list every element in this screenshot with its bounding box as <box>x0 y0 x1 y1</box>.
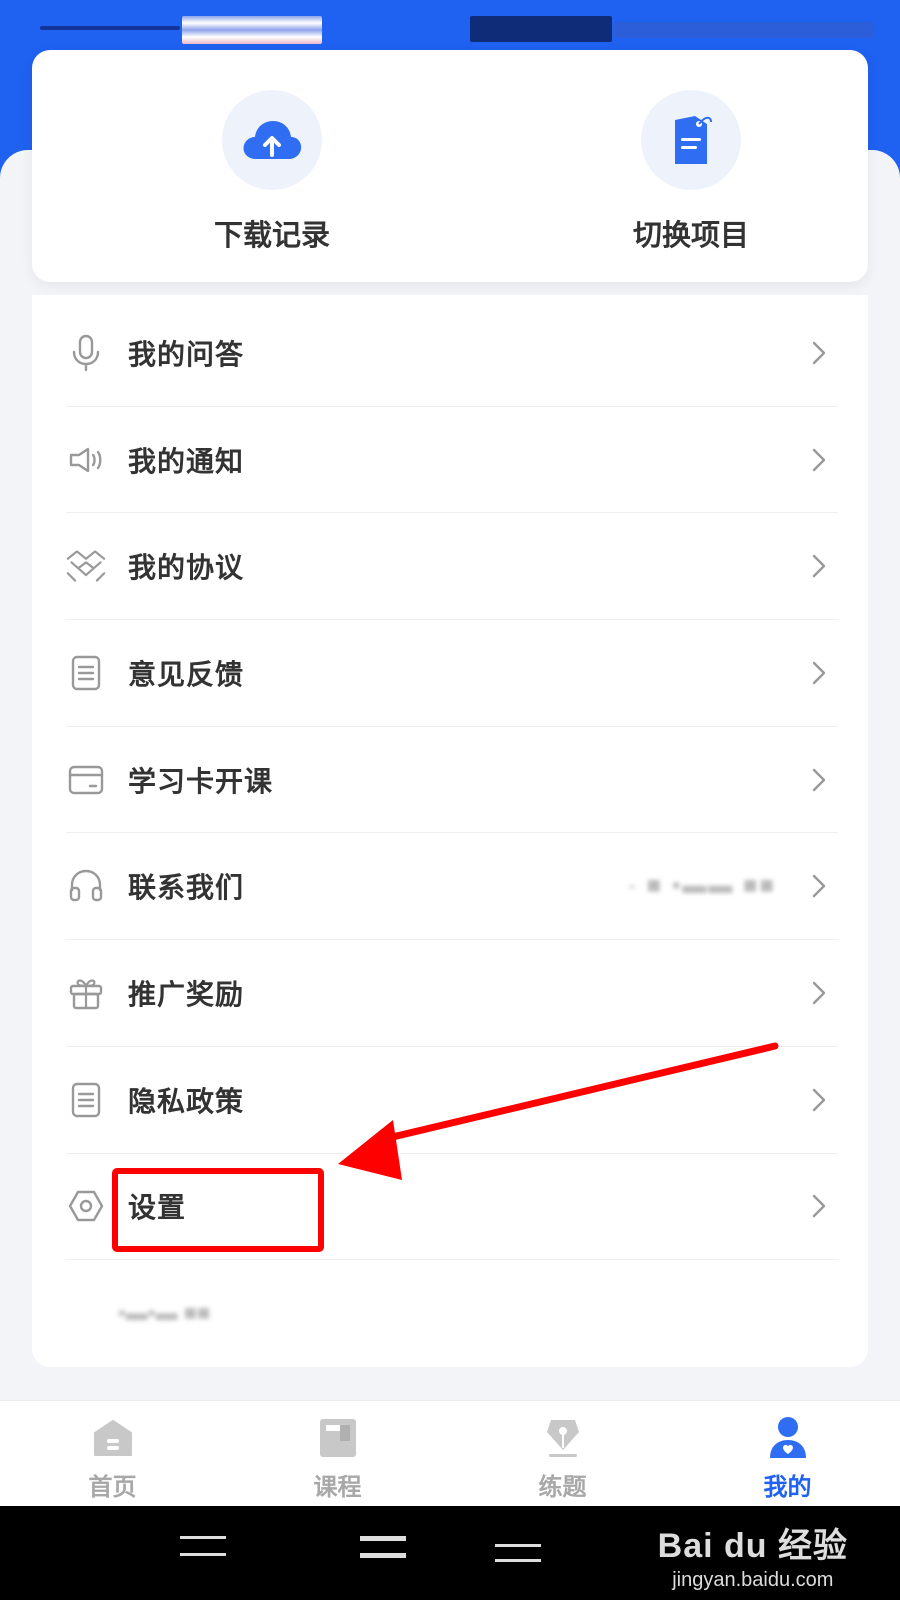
back-nav-button[interactable] <box>495 1536 541 1576</box>
download-records-label: 下载记录 <box>213 220 330 252</box>
tab-label: 练题 <box>538 1474 587 1501</box>
chevron-right-icon <box>808 341 830 365</box>
chevron-right-icon <box>808 1195 830 1218</box>
menu-item-my-qa[interactable]: 我的问答 <box>66 300 838 407</box>
menu-list: 我的问答 我的通知 我的协议 意见反馈 学习卡开课 联系我们 - ■ ▪▬▬ ■… <box>66 300 838 1261</box>
menu-item-my-notifications[interactable]: 我的通知 <box>66 407 838 514</box>
gift-icon <box>66 973 106 1013</box>
menu-nav-button[interactable] <box>180 1536 226 1576</box>
cloud-upload-icon <box>222 90 322 190</box>
chevron-right-icon <box>808 875 830 898</box>
chevron-right-icon <box>808 555 830 578</box>
chevron-right-icon <box>808 448 830 471</box>
switch-project-button[interactable]: 切换项目 <box>591 90 791 254</box>
tab-label: 我的 <box>763 1474 812 1501</box>
tab-mine[interactable]: 我的 <box>675 1401 900 1506</box>
menu-item-label: 隐私政策 <box>128 1085 245 1117</box>
tab-label: 首页 <box>88 1474 137 1501</box>
menu-item-label: 学习卡开课 <box>128 765 274 797</box>
tab-courses[interactable]: 课程 <box>225 1401 450 1506</box>
watermark-url: jingyan.baidu.com <box>672 1569 834 1591</box>
download-records-button[interactable]: 下载记录 <box>172 90 372 254</box>
document-icon <box>66 653 106 693</box>
card-icon <box>66 760 106 800</box>
chevron-right-icon <box>808 1088 830 1111</box>
menu-item-my-agreements[interactable]: 我的协议 <box>66 513 838 621</box>
status-blur <box>40 26 180 30</box>
menu-item-label: 推广奖励 <box>128 978 245 1010</box>
microphone-icon <box>66 333 106 373</box>
bottom-tab-bar: 首页 课程 练题 我的 <box>0 1400 900 1506</box>
chevron-right-icon <box>808 981 830 1005</box>
handshake-icon <box>66 546 106 586</box>
highlight-box <box>112 1168 324 1252</box>
menu-item-label: 我的协议 <box>128 552 245 584</box>
menu-item-feedback[interactable]: 意见反馈 <box>66 620 838 727</box>
menu-item-label: 联系我们 <box>128 872 245 904</box>
status-blur <box>614 22 874 38</box>
course-book-icon <box>315 1415 361 1461</box>
menu-item-contact-us[interactable]: 联系我们 - ■ ▪▬▬ ■■ <box>66 833 838 941</box>
home-icon <box>90 1415 136 1461</box>
switch-project-label: 切换项目 <box>632 220 749 252</box>
user-icon <box>765 1415 811 1461</box>
tab-home[interactable]: 首页 <box>0 1401 225 1506</box>
menu-item-label: 我的问答 <box>128 338 245 370</box>
contact-phone-value: - ■ ▪▬▬ ■■ <box>628 872 776 900</box>
pen-nib-icon <box>540 1415 586 1461</box>
tab-label: 课程 <box>313 1474 362 1501</box>
status-blur <box>182 16 322 44</box>
menu-item-privacy-policy[interactable]: 隐私政策 <box>66 1047 838 1154</box>
chevron-right-icon <box>808 768 830 791</box>
home-nav-button[interactable] <box>360 1536 406 1576</box>
document-icon <box>66 1080 106 1120</box>
menu-item-promotion-rewards[interactable]: 推广奖励 <box>66 940 838 1047</box>
menu-item-label: 我的通知 <box>128 445 245 477</box>
quick-actions-card: 下载记录 切换项目 <box>32 50 868 282</box>
headset-icon <box>66 866 106 906</box>
status-blur <box>470 16 612 42</box>
version-text: ▪▬▪▬ ■■ <box>118 1300 211 1325</box>
watermark: Bai du 经验 jingyan.baidu.com <box>658 1518 848 1592</box>
status-bar <box>0 0 900 50</box>
menu-item-study-card[interactable]: 学习卡开课 <box>66 727 838 834</box>
tag-document-icon <box>641 90 741 190</box>
tab-practice[interactable]: 练题 <box>450 1401 675 1506</box>
speaker-icon <box>66 440 106 480</box>
hexagon-settings-icon <box>66 1186 106 1226</box>
watermark-logo-text: Bai du 经验 <box>657 1527 848 1565</box>
chevron-right-icon <box>808 661 830 685</box>
menu-item-label: 意见反馈 <box>128 658 245 690</box>
